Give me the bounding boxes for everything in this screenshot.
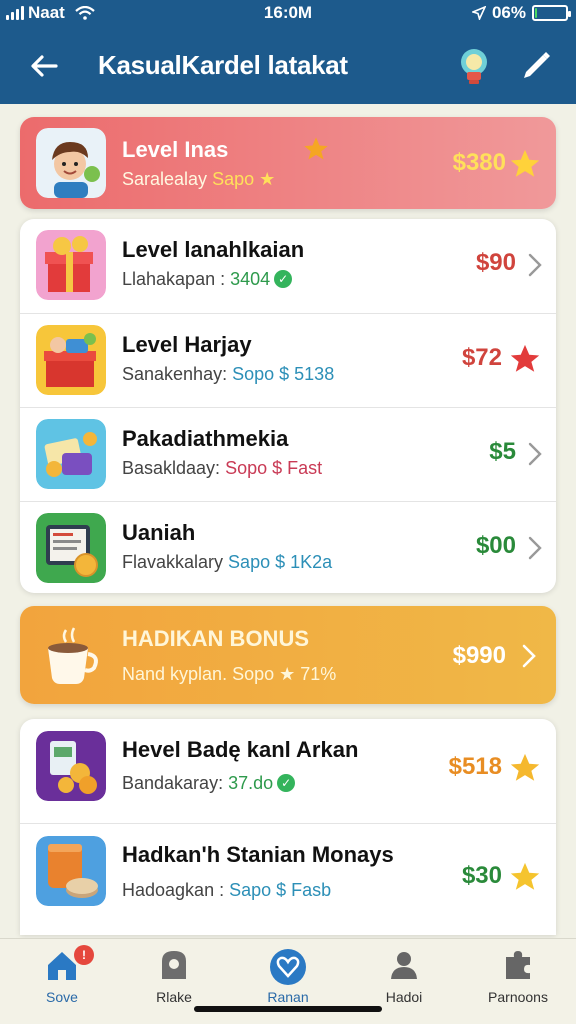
featured-price: $380	[452, 149, 506, 176]
item-subtitle-label: Llahakapan :	[122, 269, 226, 289]
featured-subtitle-text: Saralealay	[122, 169, 208, 189]
star-icon	[510, 149, 540, 177]
item-title: Hadkan'h Stanian Monays	[122, 842, 394, 867]
star-icon	[510, 344, 540, 372]
avatar-icon	[36, 128, 106, 198]
nav-label: Sove	[46, 989, 78, 1005]
bonus-list: Hevel Badę kanl Arkan Bandakaray: 37.do ✓…	[20, 719, 556, 935]
list-item[interactable]: Uaniah Flavakkalary Sapo $ 1K2a $00	[20, 501, 556, 593]
chevron-right-icon	[528, 442, 542, 466]
arrow-left-icon[interactable]	[26, 48, 66, 84]
status-bar: Naat 16:0M 06%	[0, 0, 576, 26]
item-price: $5	[489, 438, 516, 465]
nav-parnoons[interactable]: Parnoons	[468, 945, 568, 1017]
heart-circle-icon	[270, 949, 306, 985]
pencil-icon[interactable]	[514, 44, 558, 88]
item-title: Pakadiathmekia	[122, 426, 289, 451]
item-detail: 37.do	[228, 773, 274, 793]
item-subtitle-label: Flavakkalary	[122, 552, 224, 572]
item-title: Level lanahlkaian	[122, 237, 305, 262]
level-list: Level lanahlkaian Llahakapan : 3404 ✓ $90…	[20, 219, 556, 593]
list-item[interactable]: Hevel Badę kanl Arkan Bandakaray: 37.do ✓…	[20, 719, 556, 823]
lightbulb-icon[interactable]	[452, 44, 496, 88]
page-title: KasualKardel latakat	[98, 50, 348, 80]
notification-badge: !	[74, 945, 94, 965]
coins-cards-icon	[36, 419, 106, 489]
small-star-icon: ★	[259, 169, 276, 189]
item-subtitle: Flavakkalary Sapo $ 1K2a	[122, 552, 332, 573]
chevron-right-icon	[528, 253, 542, 277]
tablet-coin-icon	[36, 513, 106, 583]
home-indicator	[194, 1006, 382, 1012]
location-icon	[471, 6, 486, 20]
battery-fill	[535, 8, 537, 18]
item-subtitle: Hadoagkan : Sapo $ Fasb	[122, 880, 331, 901]
shield-icon	[162, 951, 186, 979]
item-price: $72	[461, 344, 502, 371]
star-icon	[510, 862, 540, 890]
bonus-price: $990	[452, 642, 506, 669]
item-price: $30	[461, 862, 502, 889]
item-subtitle-label: Hadoagkan :	[122, 880, 225, 900]
item-subtitle: Llahakapan : 3404 ✓	[122, 269, 293, 290]
item-title: Hevel Badę kanl Arkan	[122, 737, 359, 762]
list-item[interactable]: Hadkan'h Stanian Monays Hadoagkan : Sapo…	[20, 823, 556, 935]
star-icon	[510, 753, 540, 781]
item-price: $00	[475, 532, 516, 559]
item-subtitle-label: Basakldaay:	[122, 458, 221, 478]
featured-subtitle: Saralealay Sapo ★	[122, 169, 275, 190]
nav-label: Parnoons	[488, 989, 548, 1005]
bonus-subtitle: Nand kyplan. Sopo ★ 71%	[122, 664, 337, 684]
app-header: KasualKardel latakat	[0, 36, 576, 96]
gift-box-icon	[36, 325, 106, 395]
nav-label: Rlake	[156, 989, 192, 1005]
list-item[interactable]: Pakadiathmekia Basakldaay: Sopo $ Fast $…	[20, 407, 556, 501]
list-item[interactable]: Level lanahlkaian Llahakapan : 3404 ✓ $90	[20, 219, 556, 313]
item-price: $518	[448, 753, 502, 780]
gift-box-icon	[36, 230, 106, 300]
check-icon: ✓	[274, 270, 293, 288]
nav-home[interactable]: ! Sove	[12, 945, 112, 1017]
item-detail: 3404	[230, 269, 271, 289]
battery-percent: 06%	[491, 3, 526, 22]
battery-icon	[532, 5, 571, 21]
item-detail: Sapo $ Fasb	[229, 880, 332, 900]
top-bar: Naat 16:0M 06% KasualKardel latakat	[0, 0, 576, 104]
coffee-cup-icon	[48, 627, 98, 684]
user-icon	[391, 952, 417, 979]
nav-label: Ranan	[267, 989, 309, 1005]
item-detail: Sopo $ Fast	[225, 458, 323, 478]
featured-tag: Sapo	[212, 169, 255, 189]
status-right: 06%	[471, 3, 571, 23]
puzzle-icon	[506, 951, 530, 979]
list-item[interactable]: Level Harjay Sanakenhay: Sopo $ 5138 $72	[20, 313, 556, 407]
item-subtitle: Bandakaray: 37.do ✓	[122, 773, 296, 794]
item-price: $90	[475, 249, 516, 276]
item-title: Level Harjay	[122, 332, 252, 357]
item-subtitle: Sanakenhay: Sopo $ 5138	[122, 364, 334, 385]
item-subtitle: Basakldaay: Sopo $ Fast	[122, 458, 322, 479]
star-icon	[304, 137, 328, 160]
bonus-title: HADIKAN BONUS	[122, 626, 309, 651]
item-subtitle-label: Sanakenhay:	[122, 364, 228, 384]
item-detail: Sapo $ 1K2a	[228, 552, 333, 572]
check-icon: ✓	[277, 774, 296, 792]
purple-coins-icon	[36, 731, 106, 801]
featured-card[interactable]: Level Inas Saralealay Sapo ★ $380	[20, 117, 556, 209]
bonus-card[interactable]: HADIKAN BONUS Nand kyplan. Sopo ★ 71% $9…	[20, 606, 556, 704]
jar-cookie-icon	[36, 836, 106, 906]
item-title: Uaniah	[122, 520, 196, 545]
featured-title: Level Inas	[122, 137, 229, 162]
chevron-right-icon	[522, 644, 536, 668]
nav-label: Hadoi	[385, 989, 423, 1005]
item-subtitle-label: Bandakaray:	[122, 773, 224, 793]
chevron-right-icon	[528, 536, 542, 560]
item-detail: Sopo $ 5138	[232, 364, 335, 384]
